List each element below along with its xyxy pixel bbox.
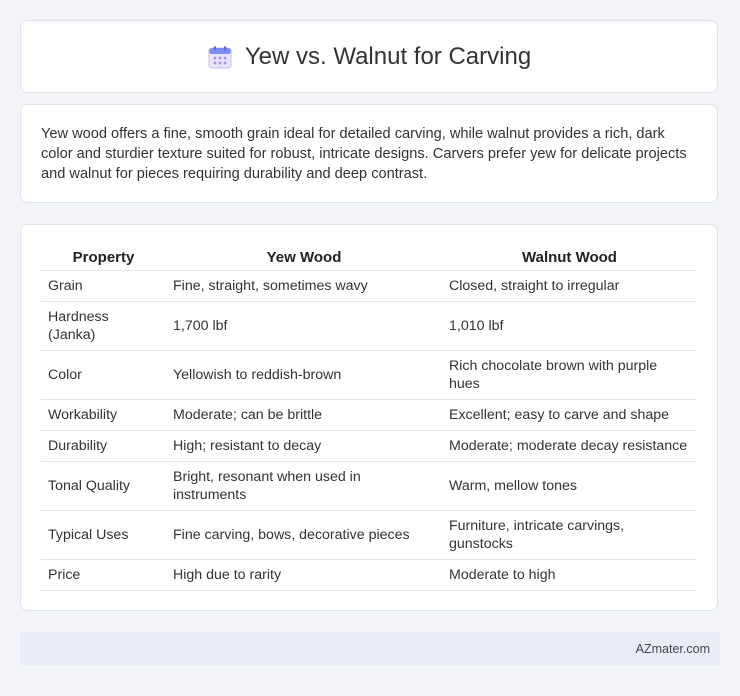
cell-walnut: Furniture, intricate carvings, gunstocks bbox=[442, 510, 697, 560]
title-card: Yew vs. Walnut for Carving bbox=[20, 20, 718, 93]
cell-property: Workability bbox=[41, 399, 166, 431]
cell-walnut: 1,010 lbf bbox=[442, 301, 697, 351]
cell-yew: Fine carving, bows, decorative pieces bbox=[166, 510, 442, 560]
cell-yew: 1,700 lbf bbox=[166, 301, 442, 351]
cell-yew: High; resistant to decay bbox=[166, 430, 442, 462]
cell-yew: High due to rarity bbox=[166, 559, 442, 591]
cell-walnut: Closed, straight to irregular bbox=[442, 270, 697, 302]
cell-walnut: Excellent; easy to carve and shape bbox=[442, 399, 697, 431]
intro-card: Yew wood offers a fine, smooth grain ide… bbox=[20, 104, 718, 203]
cell-walnut: Warm, mellow tones bbox=[442, 461, 697, 511]
cell-property: Grain bbox=[41, 270, 166, 302]
table-row: Grain Fine, straight, sometimes wavy Clo… bbox=[41, 270, 697, 302]
cell-property: Price bbox=[41, 559, 166, 591]
title-wrap: Yew vs. Walnut for Carving bbox=[207, 43, 531, 71]
table-row: Color Yellowish to reddish-brown Rich ch… bbox=[41, 350, 697, 400]
cell-property: Durability bbox=[41, 430, 166, 462]
header-property: Property bbox=[41, 245, 166, 271]
header-walnut: Walnut Wood bbox=[442, 245, 697, 271]
table-row: Tonal Quality Bright, resonant when used… bbox=[41, 461, 697, 511]
calendar-icon bbox=[207, 44, 233, 70]
footer-brand: AZmater.com bbox=[635, 641, 710, 656]
table-header-row: Property Yew Wood Walnut Wood bbox=[41, 245, 697, 271]
cell-walnut: Rich chocolate brown with purple hues bbox=[442, 350, 697, 400]
table-row: Workability Moderate; can be brittle Exc… bbox=[41, 399, 697, 431]
footer: AZmater.com bbox=[20, 632, 720, 665]
cell-walnut: Moderate; moderate decay resistance bbox=[442, 430, 697, 462]
table-card: Property Yew Wood Walnut Wood Grain Fine… bbox=[20, 224, 718, 611]
header-yew: Yew Wood bbox=[166, 245, 442, 271]
cell-property: Color bbox=[41, 350, 166, 400]
cell-property: Typical Uses bbox=[41, 510, 166, 560]
cell-walnut: Moderate to high bbox=[442, 559, 697, 591]
cell-yew: Yellowish to reddish-brown bbox=[166, 350, 442, 400]
cell-property: Tonal Quality bbox=[41, 461, 166, 511]
table-row: Durability High; resistant to decay Mode… bbox=[41, 430, 697, 462]
table-row: Hardness (Janka) 1,700 lbf 1,010 lbf bbox=[41, 301, 697, 351]
cell-property: Hardness (Janka) bbox=[41, 301, 166, 351]
table-row: Typical Uses Fine carving, bows, decorat… bbox=[41, 510, 697, 560]
cell-yew: Moderate; can be brittle bbox=[166, 399, 442, 431]
intro-text: Yew wood offers a fine, smooth grain ide… bbox=[41, 126, 687, 182]
comparison-table: Property Yew Wood Walnut Wood Grain Fine… bbox=[41, 245, 697, 591]
table-row: Price High due to rarity Moderate to hig… bbox=[41, 559, 697, 591]
cell-yew: Fine, straight, sometimes wavy bbox=[166, 270, 442, 302]
cell-yew: Bright, resonant when used in instrument… bbox=[166, 461, 442, 511]
page-title: Yew vs. Walnut for Carving bbox=[244, 42, 532, 70]
